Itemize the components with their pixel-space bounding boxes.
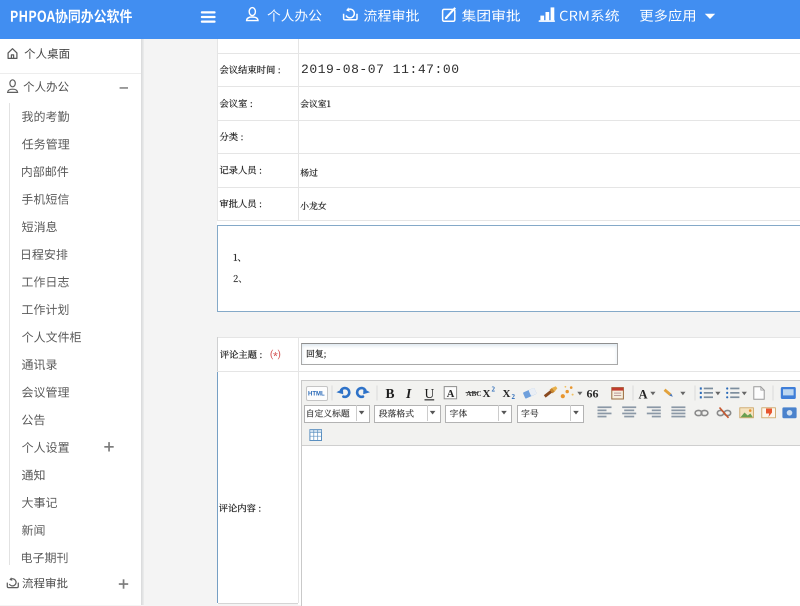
- svg-text:A: A: [639, 387, 648, 401]
- svg-text:ABC: ABC: [466, 390, 481, 398]
- svg-text:X: X: [483, 388, 491, 400]
- svg-text:A: A: [447, 389, 455, 400]
- svg-text:2019-08-07 11:47:00: 2019-08-07 11:47:00: [301, 62, 459, 77]
- svg-text:I: I: [405, 386, 412, 401]
- svg-text:2: 2: [492, 386, 496, 394]
- svg-text:U: U: [425, 386, 435, 401]
- svg-text:X: X: [503, 388, 511, 400]
- svg-text:HTML: HTML: [308, 392, 325, 398]
- svg-text:2: 2: [512, 393, 516, 401]
- svg-text:66: 66: [587, 387, 599, 401]
- svg-text:B: B: [386, 386, 395, 401]
